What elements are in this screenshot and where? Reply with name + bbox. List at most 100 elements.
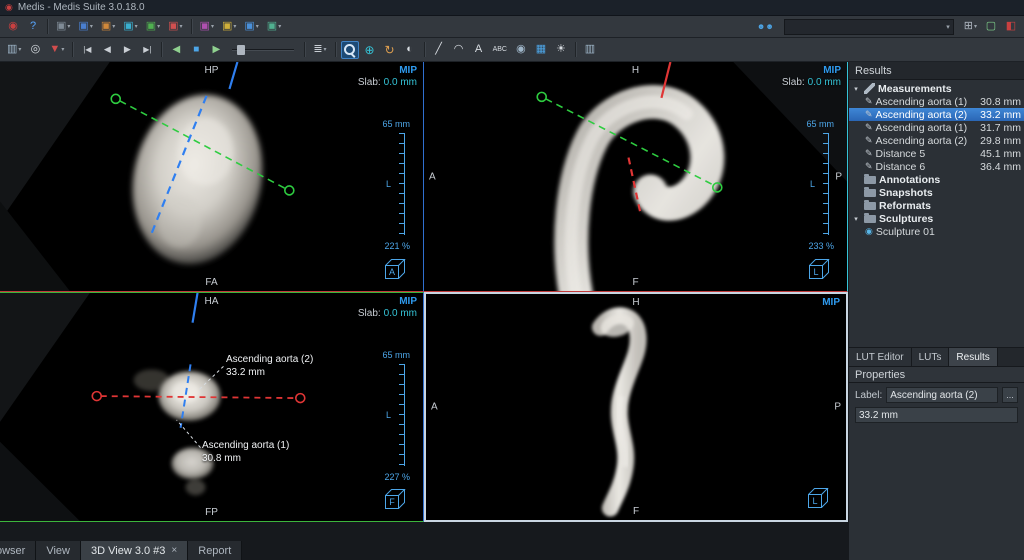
pan-tool-button[interactable]: ⊕ (361, 41, 379, 59)
app-compare-icon[interactable]: ▣▾ (219, 18, 239, 36)
stop-button[interactable]: ■ (187, 41, 205, 59)
measurement-value: 31.7 mm (980, 122, 1022, 134)
monitor-icon[interactable]: ▢ (982, 18, 1000, 36)
curve-measure-button[interactable]: ◠ (450, 41, 468, 59)
cine-icon[interactable]: ▥▾ (4, 41, 24, 59)
slider-handle[interactable] (237, 45, 245, 55)
marker-icon[interactable]: ▼▾ (46, 41, 67, 59)
tab-report[interactable]: Report (188, 541, 242, 560)
more-options-button[interactable]: ... (1002, 387, 1018, 403)
snapshot-camera-button[interactable]: ◉ (512, 41, 530, 59)
play-button-glyph: ▶ (212, 45, 220, 55)
tab-luts[interactable]: LUTs (912, 348, 950, 366)
measurement-callout[interactable]: Ascending aorta (1) 30.8 mm (202, 439, 289, 465)
cine-position-slider[interactable] (232, 43, 294, 57)
measurement-value: 45.1 mm (980, 148, 1022, 160)
tree-group-measurements[interactable]: ▾ Measurements (849, 82, 1024, 95)
export-button[interactable]: ▥ (581, 41, 599, 59)
orientation-cube[interactable]: A (382, 257, 408, 283)
distance-measure-button[interactable]: ╱ (430, 41, 448, 59)
expander-icon[interactable]: ▾ (851, 85, 861, 93)
app-tools-icon[interactable]: ▣▾ (264, 18, 284, 36)
zoom-tool-button[interactable] (341, 41, 359, 59)
next-frame-button[interactable]: ▶ (118, 41, 136, 59)
stop-button-glyph: ■ (193, 45, 199, 55)
app-study-icon[interactable]: ▣▾ (241, 18, 261, 36)
app-browser-icon[interactable]: ▣▾ (53, 18, 73, 36)
measurement-label: Distance 6 (876, 161, 926, 173)
medis-logo-icon[interactable]: ◉ (4, 18, 22, 36)
screen-layout-icon[interactable]: ⊞▾ (961, 18, 980, 36)
tree-group-snapshots[interactable]: Snapshots (849, 186, 1024, 199)
distance-measure-button-glyph: ╱ (435, 44, 442, 55)
measurement-row[interactable]: ✎ Distance 5 45.1 mm (849, 147, 1024, 160)
label-tool-button[interactable]: A (470, 41, 488, 59)
app-report-icon[interactable]: ▣▾ (197, 18, 217, 36)
tab-results[interactable]: Results (949, 348, 997, 366)
dropdown-caret-icon: ▾ (233, 23, 236, 30)
text-annotation-button[interactable]: ABC (490, 41, 510, 59)
measurement-value-input[interactable] (855, 407, 1018, 423)
orientation-cube[interactable]: L (805, 486, 831, 512)
app-qangio-icon-glyph: ▣ (168, 21, 178, 32)
tree-group-label: Snapshots (879, 187, 933, 199)
play-button[interactable]: ▶ (207, 41, 225, 59)
tab-view[interactable]: View (36, 541, 81, 560)
viewport-bottom-left[interactable]: HA FP MIP Slab:0.0 mm 65 mm L 227 % Asce… (0, 292, 424, 522)
measurement-row[interactable]: ✎ Ascending aorta (1) 31.7 mm (849, 121, 1024, 134)
tab-lut-editor[interactable]: LUT Editor (849, 348, 912, 366)
measurement-row[interactable]: ✎ Ascending aorta (1) 30.8 mm (849, 95, 1024, 108)
medis-logo-icon-glyph: ◉ (8, 21, 18, 32)
label-input[interactable] (886, 387, 998, 403)
layout-grid-button[interactable]: ▦ (532, 41, 550, 59)
scout-lines-icon[interactable]: ◎ (26, 41, 44, 59)
last-frame-button[interactable]: ▶| (138, 41, 156, 59)
tab-browser[interactable]: owser (0, 541, 36, 560)
measurement-callout[interactable]: Ascending aorta (2) 33.2 mm (226, 353, 313, 379)
viewport-top-right[interactable]: H F A P MIP Slab:0.0 mm 65 mm L 233 % L (424, 62, 848, 292)
sync-options-icon[interactable]: ≣▾ (310, 41, 329, 59)
sculpture-row[interactable]: ◉ Sculpture 01 (849, 225, 1024, 238)
play-backward-button[interactable]: ◀ (167, 41, 185, 59)
search-combo[interactable]: ▾ (784, 19, 954, 35)
monitor-icon-glyph: ▢ (986, 21, 996, 32)
measurement-value: 29.8 mm (980, 135, 1022, 147)
previous-frame-button[interactable]: ◀ (98, 41, 116, 59)
close-tab-icon[interactable]: × (171, 545, 177, 556)
tree-group-sculptures[interactable]: ▾ Sculptures (849, 212, 1024, 225)
measurement-icon: ✎ (865, 109, 873, 120)
tree-group-reformats[interactable]: Reformats (849, 199, 1024, 212)
tab-3d-view[interactable]: 3D View 3.0 #3× (81, 541, 188, 560)
first-frame-button[interactable]: |◀ (78, 41, 96, 59)
snapshot-camera-button-glyph: ◉ (516, 44, 526, 55)
help-icon[interactable]: ? (24, 18, 42, 36)
window-level-button[interactable]: ◐ (401, 41, 419, 59)
value-property-row (849, 403, 1024, 423)
app-viewer-icon[interactable]: ▣▾ (75, 18, 95, 36)
measurement-row-selected[interactable]: ✎ Ascending aorta (2) 33.2 mm (849, 108, 1024, 121)
rotate-tool-button[interactable]: ↻ (381, 41, 399, 59)
orientation-cube[interactable]: F (382, 487, 408, 513)
orientation-cube[interactable]: L (806, 257, 832, 283)
app-qflow-icon[interactable]: ▣▾ (120, 18, 140, 36)
measurement-row[interactable]: ✎ Ascending aorta (2) 29.8 mm (849, 134, 1024, 147)
sculpture-label: Sculpture 01 (876, 226, 935, 238)
toolbar-separator (304, 42, 305, 57)
app-3d-view-icon[interactable]: ▣▾ (143, 18, 163, 36)
slab-readout: Slab:0.0 mm (782, 77, 841, 88)
combo-caret-icon: ▾ (946, 23, 950, 31)
bottom-strip: owser View 3D View 3.0 #3× Report (0, 522, 848, 560)
expander-icon[interactable]: ▾ (851, 215, 861, 223)
lut-star-button[interactable]: ☀ (552, 41, 570, 59)
app-qmass-icon[interactable]: ▣▾ (98, 18, 118, 36)
measurement-label: Ascending aorta (2) (876, 109, 968, 121)
tree-group-annotations[interactable]: Annotations (849, 173, 1024, 186)
measurement-row[interactable]: ✎ Distance 6 36.4 mm (849, 160, 1024, 173)
medis-window-icon[interactable]: ◧ (1002, 18, 1020, 36)
viewport-bottom-right[interactable]: H F A P MIP L (424, 292, 848, 522)
measurement-icon: ✎ (865, 135, 873, 146)
app-qangio-icon[interactable]: ▣▾ (165, 18, 185, 36)
viewport-top-left[interactable]: HP FA MIP Slab:0.0 mm 65 mm L 221 % A (0, 62, 424, 292)
scale-label: 65 mm (382, 119, 410, 129)
users-icon[interactable]: ☻☻ (754, 18, 777, 36)
